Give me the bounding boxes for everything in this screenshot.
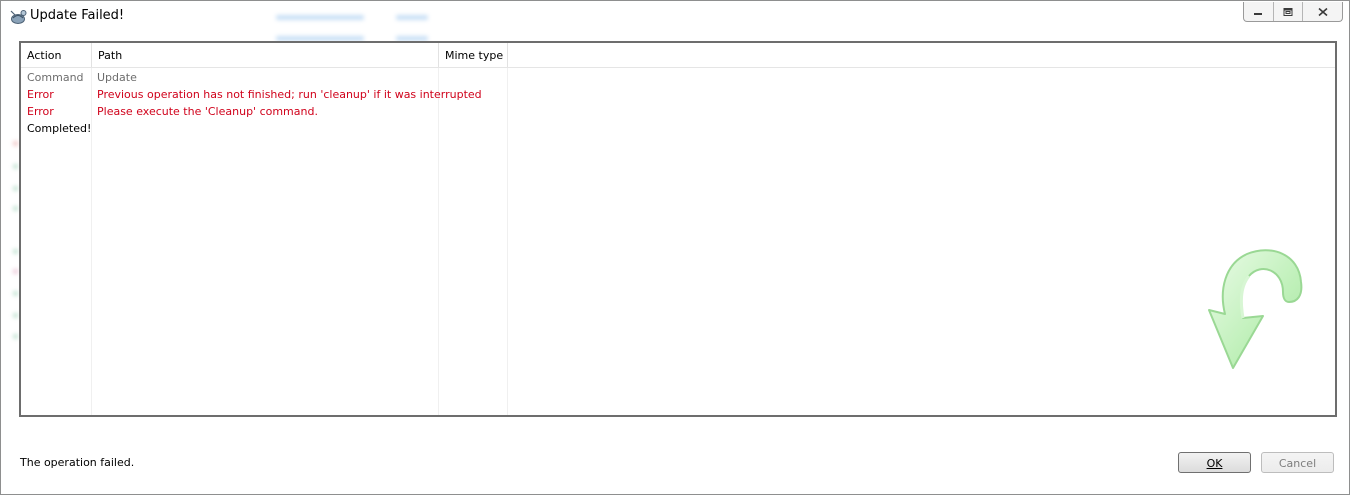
log-row-command[interactable]: Command Update [21,69,1335,86]
log-row-completed[interactable]: Completed! [21,120,1335,137]
row-action: Completed! [27,122,92,135]
close-button[interactable] [1303,2,1342,21]
row-action: Error [27,105,54,118]
update-failed-dialog: Update Failed! Action Path Mime type Com… [0,0,1350,495]
close-icon [1318,7,1328,16]
row-action: Command [27,71,84,84]
column-header-action[interactable]: Action [21,43,92,67]
green-update-arrow-icon [1208,249,1303,369]
row-path: Please execute the 'Cleanup' command. [97,105,318,118]
title-bar[interactable]: Update Failed! [1,1,1349,33]
ok-button[interactable]: OK [1178,452,1251,473]
ok-button-label: OK [1206,457,1223,470]
caption-buttons [1243,2,1343,22]
minimize-icon [1254,12,1263,15]
log-row-error[interactable]: Error Please execute the 'Cleanup' comma… [21,103,1335,120]
tortoisesvn-icon [9,8,27,26]
cancel-button-label: Cancel [1278,457,1317,470]
log-list[interactable]: Action Path Mime type Command Update Err… [19,41,1337,417]
restore-button[interactable] [1274,2,1304,21]
row-path: Previous operation has not finished; run… [97,88,482,101]
status-message: The operation failed. [20,456,135,469]
column-header-path[interactable]: Path [92,43,439,67]
row-path: Update [97,71,137,84]
log-row-error[interactable]: Error Previous operation has not finishe… [21,86,1335,103]
list-header: Action Path Mime type [21,43,1335,68]
window-title: Update Failed! [30,8,125,23]
restore-icon [1283,7,1293,16]
minimize-button[interactable] [1244,2,1274,21]
row-action: Error [27,88,54,101]
column-header-mime-type[interactable]: Mime type [439,43,508,67]
cancel-button[interactable]: Cancel [1261,452,1334,473]
